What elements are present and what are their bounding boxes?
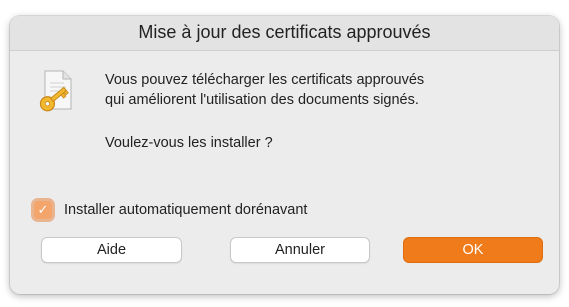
- checkmark-icon: ✓: [37, 202, 49, 217]
- auto-install-checkbox[interactable]: ✓: [34, 201, 52, 219]
- dialog-message: Vous pouvez télécharger les certificats …: [105, 70, 545, 110]
- dialog-title: Mise à jour des certificats approuvés: [138, 22, 431, 42]
- cancel-button[interactable]: Annuler: [230, 237, 370, 263]
- certificate-key-icon: [36, 69, 74, 113]
- dialog-question: Voulez-vous les installer ?: [105, 135, 273, 151]
- auto-install-label[interactable]: Installer automatiquement dorénavant: [64, 202, 307, 218]
- ok-button[interactable]: OK: [403, 237, 543, 263]
- message-line-2: qui améliorent l'utilisation des documen…: [105, 92, 419, 108]
- auto-install-option[interactable]: ✓ Installer automatiquement dorénavant: [34, 199, 307, 221]
- certificate-update-dialog: Mise à jour des certificats approuvés Vo…: [10, 16, 559, 294]
- message-line-1: Vous pouvez télécharger les certificats …: [105, 72, 425, 88]
- help-button[interactable]: Aide: [41, 237, 182, 263]
- dialog-titlebar: Mise à jour des certificats approuvés: [10, 16, 559, 51]
